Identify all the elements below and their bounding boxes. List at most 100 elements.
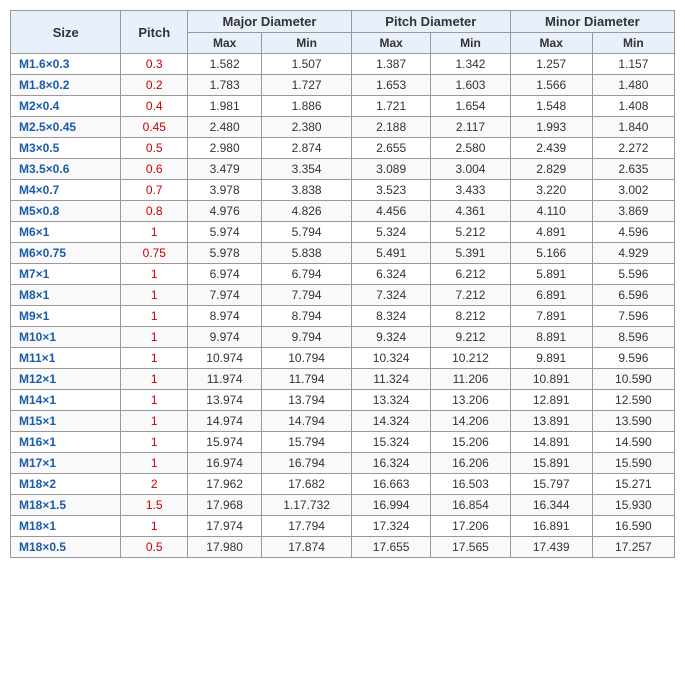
cell-maj-max: 6.974 bbox=[188, 264, 262, 285]
cell-pit-max: 3.089 bbox=[351, 159, 430, 180]
cell-maj-max: 8.974 bbox=[188, 306, 262, 327]
cell-min-min: 8.596 bbox=[592, 327, 674, 348]
cell-maj-max: 4.976 bbox=[188, 201, 262, 222]
cell-size: M11×1 bbox=[11, 348, 121, 369]
cell-min-max: 5.891 bbox=[510, 264, 592, 285]
cell-size: M2×0.4 bbox=[11, 96, 121, 117]
cell-pit-min: 3.004 bbox=[431, 159, 510, 180]
table-row: M18×2217.96217.68216.66316.50315.79715.2… bbox=[11, 474, 675, 495]
cell-pitch: 1 bbox=[121, 453, 188, 474]
cell-min-max: 7.891 bbox=[510, 306, 592, 327]
cell-pit-max: 8.324 bbox=[351, 306, 430, 327]
table-row: M8×117.9747.7947.3247.2126.8916.596 bbox=[11, 285, 675, 306]
col-major-max: Max bbox=[188, 33, 262, 54]
cell-min-min: 6.596 bbox=[592, 285, 674, 306]
cell-min-min: 3.869 bbox=[592, 201, 674, 222]
cell-size: M18×2 bbox=[11, 474, 121, 495]
cell-size: M10×1 bbox=[11, 327, 121, 348]
cell-min-max: 14.891 bbox=[510, 432, 592, 453]
cell-pit-max: 1.387 bbox=[351, 54, 430, 75]
cell-pit-max: 13.324 bbox=[351, 390, 430, 411]
cell-min-min: 5.596 bbox=[592, 264, 674, 285]
table-row: M18×0.50.517.98017.87417.65517.56517.439… bbox=[11, 537, 675, 558]
cell-pitch: 1 bbox=[121, 516, 188, 537]
cell-pit-min: 10.212 bbox=[431, 348, 510, 369]
col-header-minor: Minor Diameter bbox=[510, 11, 674, 33]
cell-size: M6×0.75 bbox=[11, 243, 121, 264]
cell-min-min: 3.002 bbox=[592, 180, 674, 201]
cell-maj-max: 3.479 bbox=[188, 159, 262, 180]
cell-maj-max: 3.978 bbox=[188, 180, 262, 201]
cell-maj-max: 10.974 bbox=[188, 348, 262, 369]
table-row: M18×1117.97417.79417.32417.20616.89116.5… bbox=[11, 516, 675, 537]
cell-maj-max: 17.980 bbox=[188, 537, 262, 558]
table-row: M3×0.50.52.9802.8742.6552.5802.4392.272 bbox=[11, 138, 675, 159]
cell-pit-max: 14.324 bbox=[351, 411, 430, 432]
cell-maj-min: 11.794 bbox=[262, 369, 352, 390]
cell-pit-min: 6.212 bbox=[431, 264, 510, 285]
cell-size: M18×1 bbox=[11, 516, 121, 537]
cell-size: M3×0.5 bbox=[11, 138, 121, 159]
cell-min-max: 1.257 bbox=[510, 54, 592, 75]
cell-maj-min: 3.838 bbox=[262, 180, 352, 201]
cell-size: M8×1 bbox=[11, 285, 121, 306]
cell-min-min: 2.635 bbox=[592, 159, 674, 180]
cell-maj-min: 2.380 bbox=[262, 117, 352, 138]
cell-maj-min: 1.17.732 bbox=[262, 495, 352, 516]
cell-pit-min: 17.206 bbox=[431, 516, 510, 537]
cell-pit-min: 5.212 bbox=[431, 222, 510, 243]
cell-pit-max: 9.324 bbox=[351, 327, 430, 348]
cell-pitch: 1 bbox=[121, 222, 188, 243]
col-minor-max: Max bbox=[510, 33, 592, 54]
cell-maj-min: 9.794 bbox=[262, 327, 352, 348]
cell-min-min: 4.929 bbox=[592, 243, 674, 264]
cell-pitch: 1 bbox=[121, 411, 188, 432]
cell-pitch: 1 bbox=[121, 327, 188, 348]
cell-maj-min: 2.874 bbox=[262, 138, 352, 159]
cell-maj-max: 13.974 bbox=[188, 390, 262, 411]
cell-pit-min: 14.206 bbox=[431, 411, 510, 432]
cell-maj-max: 5.974 bbox=[188, 222, 262, 243]
cell-min-min: 14.590 bbox=[592, 432, 674, 453]
cell-pitch: 1 bbox=[121, 264, 188, 285]
cell-size: M17×1 bbox=[11, 453, 121, 474]
cell-pit-min: 16.854 bbox=[431, 495, 510, 516]
cell-maj-min: 17.874 bbox=[262, 537, 352, 558]
cell-maj-min: 16.794 bbox=[262, 453, 352, 474]
cell-maj-min: 6.794 bbox=[262, 264, 352, 285]
cell-pit-max: 2.655 bbox=[351, 138, 430, 159]
cell-size: M9×1 bbox=[11, 306, 121, 327]
cell-pitch: 0.3 bbox=[121, 54, 188, 75]
cell-min-max: 10.891 bbox=[510, 369, 592, 390]
table-row: M2×0.40.41.9811.8861.7211.6541.5481.408 bbox=[11, 96, 675, 117]
table-row: M17×1116.97416.79416.32416.20615.89115.5… bbox=[11, 453, 675, 474]
cell-maj-max: 2.480 bbox=[188, 117, 262, 138]
cell-min-max: 15.797 bbox=[510, 474, 592, 495]
cell-pitch: 0.8 bbox=[121, 201, 188, 222]
cell-pit-max: 10.324 bbox=[351, 348, 430, 369]
cell-size: M3.5×0.6 bbox=[11, 159, 121, 180]
cell-min-max: 3.220 bbox=[510, 180, 592, 201]
cell-maj-max: 1.783 bbox=[188, 75, 262, 96]
cell-pit-max: 16.663 bbox=[351, 474, 430, 495]
cell-pit-min: 3.433 bbox=[431, 180, 510, 201]
cell-maj-max: 17.962 bbox=[188, 474, 262, 495]
cell-min-max: 15.891 bbox=[510, 453, 592, 474]
cell-pit-max: 1.721 bbox=[351, 96, 430, 117]
cell-min-max: 1.993 bbox=[510, 117, 592, 138]
cell-pitch: 1 bbox=[121, 348, 188, 369]
cell-maj-max: 7.974 bbox=[188, 285, 262, 306]
table-row: M7×116.9746.7946.3246.2125.8915.596 bbox=[11, 264, 675, 285]
cell-min-max: 12.891 bbox=[510, 390, 592, 411]
cell-size: M2.5×0.45 bbox=[11, 117, 121, 138]
cell-maj-max: 17.968 bbox=[188, 495, 262, 516]
cell-pit-min: 16.206 bbox=[431, 453, 510, 474]
cell-min-min: 9.596 bbox=[592, 348, 674, 369]
cell-pit-min: 9.212 bbox=[431, 327, 510, 348]
table-row: M6×115.9745.7945.3245.2124.8914.596 bbox=[11, 222, 675, 243]
cell-pit-max: 5.491 bbox=[351, 243, 430, 264]
cell-pitch: 1 bbox=[121, 390, 188, 411]
cell-pit-min: 15.206 bbox=[431, 432, 510, 453]
cell-min-max: 4.110 bbox=[510, 201, 592, 222]
cell-maj-max: 17.974 bbox=[188, 516, 262, 537]
